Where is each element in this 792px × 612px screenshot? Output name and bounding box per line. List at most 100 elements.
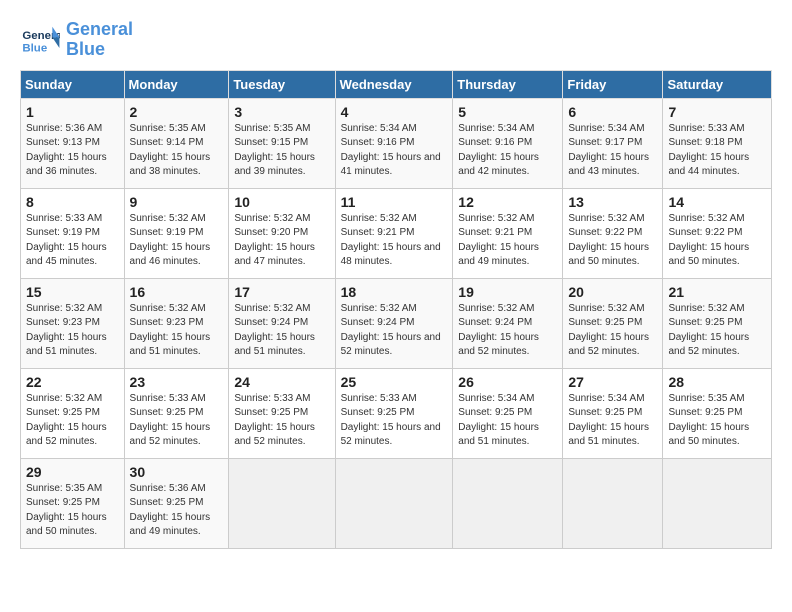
calendar-cell: 16 Sunrise: 5:32 AMSunset: 9:23 PMDaylig… — [124, 278, 229, 368]
day-number: 9 — [130, 194, 224, 210]
day-info: Sunrise: 5:33 AMSunset: 9:25 PMDaylight:… — [130, 392, 224, 450]
calendar-cell: 6 Sunrise: 5:34 AMSunset: 9:17 PMDayligh… — [563, 98, 663, 188]
day-number: 29 — [26, 464, 119, 480]
day-info: Sunrise: 5:33 AMSunset: 9:25 PMDaylight:… — [234, 392, 329, 450]
calendar-cell — [453, 458, 563, 548]
day-number: 13 — [568, 194, 657, 210]
day-number: 24 — [234, 374, 329, 390]
calendar-cell: 27 Sunrise: 5:34 AMSunset: 9:25 PMDaylig… — [563, 368, 663, 458]
day-info: Sunrise: 5:36 AMSunset: 9:13 PMDaylight:… — [26, 122, 119, 180]
day-number: 2 — [130, 104, 224, 120]
calendar-cell — [663, 458, 772, 548]
day-info: Sunrise: 5:32 AMSunset: 9:25 PMDaylight:… — [26, 392, 119, 450]
day-number: 12 — [458, 194, 557, 210]
day-info: Sunrise: 5:33 AMSunset: 9:19 PMDaylight:… — [26, 212, 119, 270]
calendar-cell: 28 Sunrise: 5:35 AMSunset: 9:25 PMDaylig… — [663, 368, 772, 458]
day-number: 11 — [341, 194, 448, 210]
day-number: 7 — [668, 104, 766, 120]
svg-text:Blue: Blue — [22, 42, 47, 54]
day-info: Sunrise: 5:32 AMSunset: 9:25 PMDaylight:… — [668, 302, 766, 360]
day-info: Sunrise: 5:34 AMSunset: 9:25 PMDaylight:… — [458, 392, 557, 450]
calendar-cell — [229, 458, 335, 548]
day-info: Sunrise: 5:32 AMSunset: 9:21 PMDaylight:… — [458, 212, 557, 270]
calendar-cell: 25 Sunrise: 5:33 AMSunset: 9:25 PMDaylig… — [335, 368, 453, 458]
header-tuesday: Tuesday — [229, 70, 335, 98]
calendar-cell: 19 Sunrise: 5:32 AMSunset: 9:24 PMDaylig… — [453, 278, 563, 368]
day-info: Sunrise: 5:34 AMSunset: 9:25 PMDaylight:… — [568, 392, 657, 450]
day-number: 20 — [568, 284, 657, 300]
day-number: 30 — [130, 464, 224, 480]
day-info: Sunrise: 5:35 AMSunset: 9:15 PMDaylight:… — [234, 122, 329, 180]
calendar-week-row: 8 Sunrise: 5:33 AMSunset: 9:19 PMDayligh… — [21, 188, 772, 278]
calendar-table: SundayMondayTuesdayWednesdayThursdayFrid… — [20, 70, 772, 549]
day-number: 22 — [26, 374, 119, 390]
logo: General Blue GeneralBlue — [20, 20, 133, 60]
day-number: 27 — [568, 374, 657, 390]
calendar-cell: 7 Sunrise: 5:33 AMSunset: 9:18 PMDayligh… — [663, 98, 772, 188]
day-info: Sunrise: 5:32 AMSunset: 9:19 PMDaylight:… — [130, 212, 224, 270]
day-info: Sunrise: 5:34 AMSunset: 9:17 PMDaylight:… — [568, 122, 657, 180]
day-number: 26 — [458, 374, 557, 390]
day-info: Sunrise: 5:32 AMSunset: 9:22 PMDaylight:… — [568, 212, 657, 270]
header-wednesday: Wednesday — [335, 70, 453, 98]
calendar-cell: 29 Sunrise: 5:35 AMSunset: 9:25 PMDaylig… — [21, 458, 125, 548]
calendar-cell: 12 Sunrise: 5:32 AMSunset: 9:21 PMDaylig… — [453, 188, 563, 278]
day-info: Sunrise: 5:32 AMSunset: 9:21 PMDaylight:… — [341, 212, 448, 270]
day-info: Sunrise: 5:35 AMSunset: 9:25 PMDaylight:… — [26, 482, 119, 540]
calendar-cell: 14 Sunrise: 5:32 AMSunset: 9:22 PMDaylig… — [663, 188, 772, 278]
calendar-cell: 24 Sunrise: 5:33 AMSunset: 9:25 PMDaylig… — [229, 368, 335, 458]
calendar-cell: 5 Sunrise: 5:34 AMSunset: 9:16 PMDayligh… — [453, 98, 563, 188]
day-info: Sunrise: 5:34 AMSunset: 9:16 PMDaylight:… — [458, 122, 557, 180]
day-number: 21 — [668, 284, 766, 300]
calendar-week-row: 15 Sunrise: 5:32 AMSunset: 9:23 PMDaylig… — [21, 278, 772, 368]
day-info: Sunrise: 5:32 AMSunset: 9:24 PMDaylight:… — [234, 302, 329, 360]
header-saturday: Saturday — [663, 70, 772, 98]
calendar-cell: 3 Sunrise: 5:35 AMSunset: 9:15 PMDayligh… — [229, 98, 335, 188]
calendar-week-row: 22 Sunrise: 5:32 AMSunset: 9:25 PMDaylig… — [21, 368, 772, 458]
calendar-cell: 23 Sunrise: 5:33 AMSunset: 9:25 PMDaylig… — [124, 368, 229, 458]
calendar-cell: 26 Sunrise: 5:34 AMSunset: 9:25 PMDaylig… — [453, 368, 563, 458]
day-info: Sunrise: 5:32 AMSunset: 9:22 PMDaylight:… — [668, 212, 766, 270]
calendar-cell: 20 Sunrise: 5:32 AMSunset: 9:25 PMDaylig… — [563, 278, 663, 368]
day-info: Sunrise: 5:33 AMSunset: 9:18 PMDaylight:… — [668, 122, 766, 180]
day-number: 18 — [341, 284, 448, 300]
day-number: 17 — [234, 284, 329, 300]
day-number: 3 — [234, 104, 329, 120]
day-info: Sunrise: 5:34 AMSunset: 9:16 PMDaylight:… — [341, 122, 448, 180]
day-number: 23 — [130, 374, 224, 390]
day-info: Sunrise: 5:35 AMSunset: 9:25 PMDaylight:… — [668, 392, 766, 450]
calendar-week-row: 1 Sunrise: 5:36 AMSunset: 9:13 PMDayligh… — [21, 98, 772, 188]
calendar-cell: 18 Sunrise: 5:32 AMSunset: 9:24 PMDaylig… — [335, 278, 453, 368]
day-info: Sunrise: 5:32 AMSunset: 9:24 PMDaylight:… — [458, 302, 557, 360]
calendar-cell: 9 Sunrise: 5:32 AMSunset: 9:19 PMDayligh… — [124, 188, 229, 278]
logo-text: GeneralBlue — [66, 20, 133, 60]
calendar-cell: 2 Sunrise: 5:35 AMSunset: 9:14 PMDayligh… — [124, 98, 229, 188]
day-number: 28 — [668, 374, 766, 390]
day-number: 6 — [568, 104, 657, 120]
day-number: 14 — [668, 194, 766, 210]
calendar-cell: 21 Sunrise: 5:32 AMSunset: 9:25 PMDaylig… — [663, 278, 772, 368]
day-info: Sunrise: 5:36 AMSunset: 9:25 PMDaylight:… — [130, 482, 224, 540]
calendar-cell: 30 Sunrise: 5:36 AMSunset: 9:25 PMDaylig… — [124, 458, 229, 548]
day-number: 25 — [341, 374, 448, 390]
calendar-cell: 22 Sunrise: 5:32 AMSunset: 9:25 PMDaylig… — [21, 368, 125, 458]
header-friday: Friday — [563, 70, 663, 98]
header-monday: Monday — [124, 70, 229, 98]
day-info: Sunrise: 5:33 AMSunset: 9:25 PMDaylight:… — [341, 392, 448, 450]
day-number: 10 — [234, 194, 329, 210]
header-sunday: Sunday — [21, 70, 125, 98]
day-number: 16 — [130, 284, 224, 300]
calendar-cell: 4 Sunrise: 5:34 AMSunset: 9:16 PMDayligh… — [335, 98, 453, 188]
calendar-week-row: 29 Sunrise: 5:35 AMSunset: 9:25 PMDaylig… — [21, 458, 772, 548]
calendar-cell: 13 Sunrise: 5:32 AMSunset: 9:22 PMDaylig… — [563, 188, 663, 278]
calendar-cell: 8 Sunrise: 5:33 AMSunset: 9:19 PMDayligh… — [21, 188, 125, 278]
day-info: Sunrise: 5:32 AMSunset: 9:25 PMDaylight:… — [568, 302, 657, 360]
calendar-cell — [563, 458, 663, 548]
calendar-cell — [335, 458, 453, 548]
day-info: Sunrise: 5:32 AMSunset: 9:23 PMDaylight:… — [26, 302, 119, 360]
page-header: General Blue GeneralBlue — [20, 20, 772, 60]
day-info: Sunrise: 5:35 AMSunset: 9:14 PMDaylight:… — [130, 122, 224, 180]
calendar-cell: 15 Sunrise: 5:32 AMSunset: 9:23 PMDaylig… — [21, 278, 125, 368]
day-info: Sunrise: 5:32 AMSunset: 9:23 PMDaylight:… — [130, 302, 224, 360]
day-number: 19 — [458, 284, 557, 300]
